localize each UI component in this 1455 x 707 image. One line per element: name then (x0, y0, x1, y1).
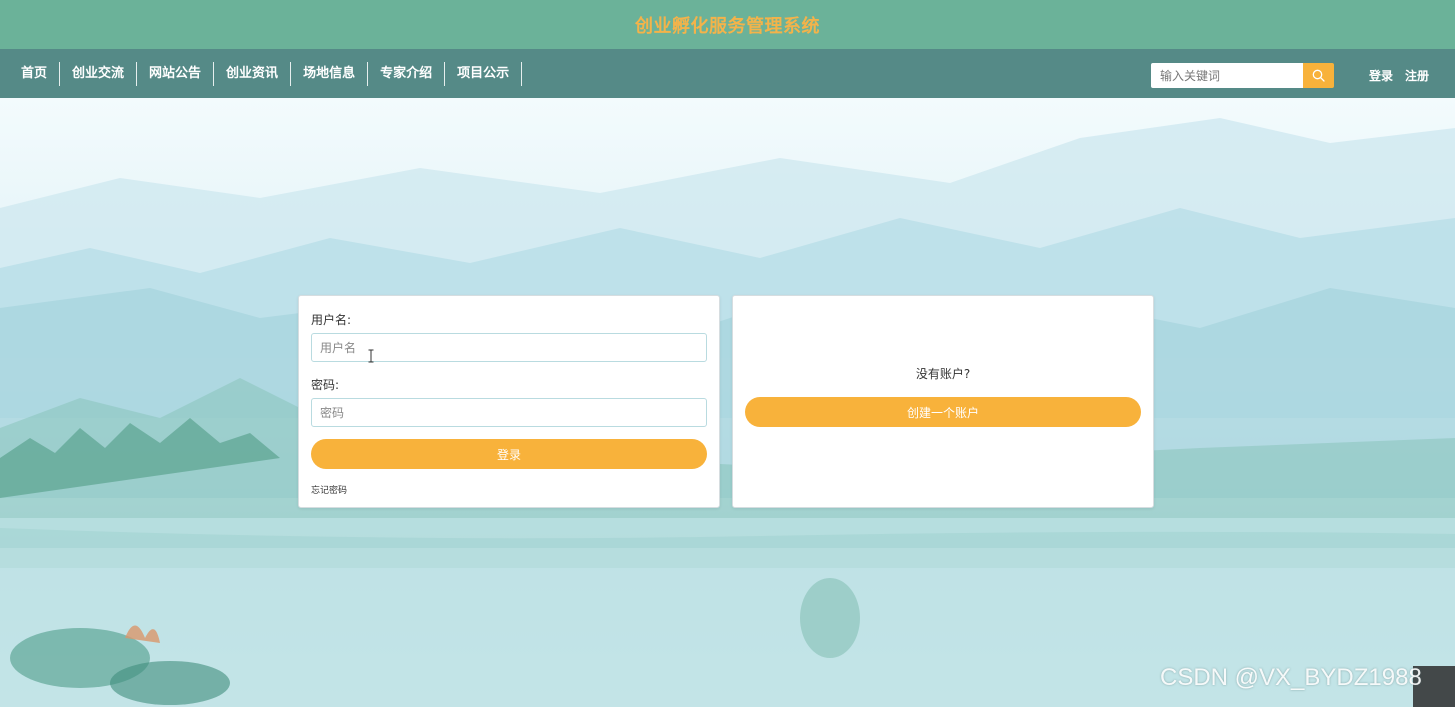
search-icon (1312, 69, 1325, 82)
nav-item-experts[interactable]: 专家介绍 (368, 61, 446, 86)
header-login-link[interactable]: 登录 (1369, 67, 1393, 84)
login-card: 用户名: 密码: 登录 忘记密码 (298, 295, 720, 508)
password-input[interactable] (311, 398, 707, 427)
nav-item-venue-info[interactable]: 场地信息 (291, 61, 369, 86)
header-register-link[interactable]: 注册 (1405, 67, 1429, 84)
create-account-button[interactable]: 创建一个账户 (745, 397, 1141, 427)
password-label: 密码: (311, 378, 340, 392)
search-box (1151, 63, 1334, 88)
nav-list: 首页 创业交流 网站公告 创业资讯 场地信息 专家介绍 项目公示 (9, 61, 523, 86)
login-button[interactable]: 登录 (311, 439, 707, 469)
nav-item-announcements[interactable]: 网站公告 (137, 61, 215, 86)
nav-item-startup-exchange[interactable]: 创业交流 (60, 61, 138, 86)
username-label: 用户名: (311, 313, 352, 327)
site-title: 创业孵化服务管理系统 (635, 15, 820, 37)
background-landscape (0, 98, 1455, 707)
ibeam-cursor-icon (368, 349, 374, 363)
nav-item-home[interactable]: 首页 (9, 61, 61, 86)
auth-links: 登录 注册 (1369, 63, 1429, 88)
watermark: CSDN @VX_BYDZ1988 (1160, 664, 1422, 691)
title-bar: 创业孵化服务管理系统 (0, 0, 1455, 49)
nav-item-project-publicity[interactable]: 项目公示 (445, 61, 523, 86)
search-input[interactable] (1151, 63, 1303, 88)
register-card: 没有账户? 创建一个账户 (732, 295, 1154, 508)
forgot-password-link[interactable]: 忘记密码 (311, 483, 347, 496)
nav-item-startup-news[interactable]: 创业资讯 (214, 61, 292, 86)
no-account-prompt: 没有账户? (915, 367, 971, 381)
search-button[interactable] (1303, 63, 1334, 88)
